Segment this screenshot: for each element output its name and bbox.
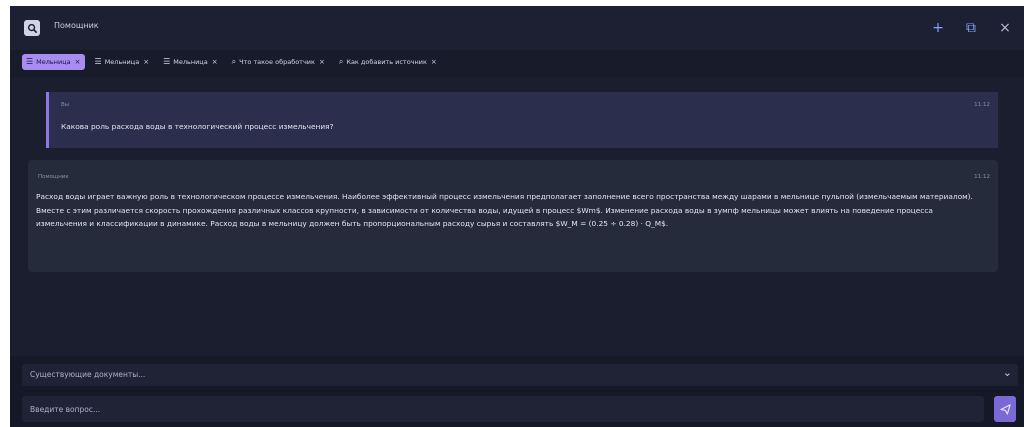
chip-4[interactable]: ⌕ Как добавить источник ×: [335, 54, 441, 70]
chip-remove-icon[interactable]: ×: [319, 58, 325, 66]
chevron-down-icon[interactable]: ⌄: [1003, 367, 1012, 378]
message-time: 11:12: [974, 102, 990, 108]
chip-label: Что такое обработчик: [239, 58, 315, 66]
doc-icon: ☰: [26, 57, 34, 66]
composer: Существующие документы... ⌄: [10, 356, 1024, 427]
doc-icon: ☰: [94, 57, 102, 66]
documents-select-label: Существующие документы...: [30, 370, 146, 379]
chip-remove-icon[interactable]: ×: [143, 58, 149, 66]
message-list: Вы 11:12 Какова роль расхода воды в техн…: [10, 78, 1024, 356]
assistant-window: Помощник + ⧉ × ☰ Мельница × ☰ Мельница ×…: [10, 6, 1024, 427]
message-time: 11:12: [974, 174, 990, 180]
close-button[interactable]: ×: [995, 18, 1015, 38]
chip-label: Мельница: [36, 58, 71, 66]
message-text: Какова роль расхода воды в технологическ…: [61, 122, 334, 131]
chip-1[interactable]: ☰ Мельница ×: [91, 54, 154, 70]
search-icon: [24, 20, 40, 36]
chip-3[interactable]: ⌕ Что такое обработчик ×: [228, 54, 329, 70]
documents-select[interactable]: Существующие документы... ⌄: [22, 364, 1018, 386]
chip-remove-icon[interactable]: ×: [75, 58, 81, 66]
title-bar: Помощник + ⧉ ×: [10, 6, 1024, 50]
assistant-message: Помощник 11:12 Расход воды играет важную…: [28, 160, 998, 272]
chip-remove-icon[interactable]: ×: [431, 58, 437, 66]
search-icon: ⌕: [231, 57, 237, 66]
search-icon: ⌕: [338, 57, 344, 66]
user-message: Вы 11:12 Какова роль расхода воды в техн…: [46, 92, 998, 148]
message-text: Расход воды играет важную роль в техноло…: [36, 192, 973, 229]
question-input[interactable]: [22, 396, 984, 422]
chip-2[interactable]: ☰ Мельница ×: [159, 54, 222, 70]
context-chips: ☰ Мельница × ☰ Мельница × ☰ Мельница × ⌕…: [22, 52, 1012, 72]
chip-label: Как добавить источник: [346, 58, 427, 66]
window-title: Помощник: [54, 21, 99, 30]
new-chat-button[interactable]: +: [928, 18, 948, 38]
chip-0[interactable]: ☰ Мельница ×: [22, 54, 85, 70]
send-button[interactable]: [994, 396, 1016, 422]
maximize-button[interactable]: ⧉: [961, 18, 981, 38]
message-sender: Вы: [61, 102, 70, 108]
chip-remove-icon[interactable]: ×: [212, 58, 218, 66]
doc-icon: ☰: [163, 57, 171, 66]
message-sender: Помощник: [38, 174, 69, 180]
chip-label: Мельница: [173, 58, 208, 66]
chip-label: Мельница: [104, 58, 140, 66]
send-icon: [999, 403, 1011, 415]
